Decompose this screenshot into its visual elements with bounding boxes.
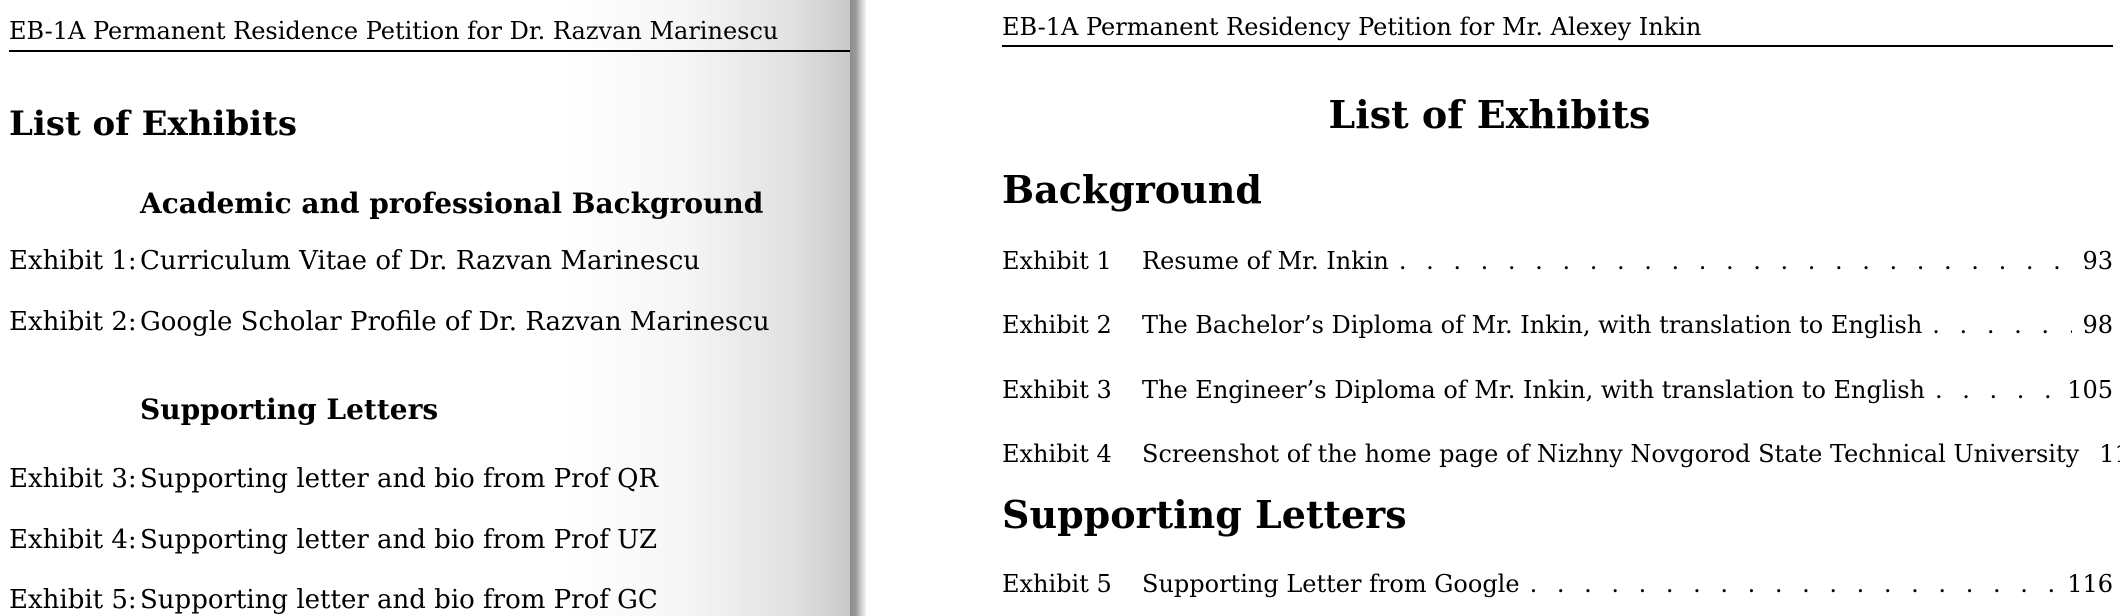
exhibit-label: Exhibit 3: [9,464,137,494]
exhibit-label: Exhibit 2 [1002,311,1112,339]
exhibit-title: The Bachelor’s Diploma of Mr. Inkin, wit… [1142,311,1923,339]
right-running-header: EB-1A Permanent Residency Petition for M… [1002,13,1702,41]
right-section-heading-background: Background [1002,167,1262,212]
toc-entry[interactable]: Exhibit 4 Screenshot of the home page of… [1002,439,2120,469]
toc-entry[interactable]: Exhibit 3 The Engineer’s Diploma of Mr. … [1002,375,2113,405]
exhibit-label: Exhibit 4: [9,525,137,555]
page-number: 93 [2082,247,2113,275]
page-gutter-shadow [850,0,866,616]
dot-leader [1399,246,2073,276]
exhibit-title: Supporting letter and bio from Prof GC [140,585,658,615]
exhibit-label: Exhibit 5 [1002,570,1112,598]
toc-entry[interactable]: Exhibit 2 The Bachelor’s Diploma of Mr. … [1002,310,2113,340]
dot-leader [1935,375,2057,405]
exhibit-title: Supporting letter and bio from Prof UZ [140,525,658,555]
right-page-title: List of Exhibits [1328,92,1651,137]
exhibit-label: Exhibit 2: [9,307,137,337]
page-number: 98 [2082,311,2113,339]
page-number: 114 [2099,440,2120,468]
toc-entry[interactable]: Exhibit 1 Resume of Mr. Inkin 93 [1002,246,2113,276]
left-section-heading-background: Academic and professional Background [140,187,764,220]
exhibit-title: Screenshot of the home page of Nizhny No… [1142,440,2080,468]
left-section-heading-supporting-letters: Supporting Letters [140,393,439,426]
exhibit-title: Supporting letter and bio from Prof QR [140,464,659,494]
page-number: 105 [2067,376,2113,404]
dot-leader [1530,569,2058,599]
left-running-header: EB-1A Permanent Residence Petition for D… [9,17,779,45]
exhibit-label: Exhibit 1 [1002,247,1112,275]
left-header-rule [9,50,850,52]
left-exhibit-row: Exhibit 5: Supporting letter and bio from… [9,584,658,616]
left-page-title: List of Exhibits [9,104,298,144]
exhibit-label: Exhibit 3 [1002,376,1112,404]
left-exhibit-row: Exhibit 3: Supporting letter and bio from… [9,463,658,495]
page-number: 116 [2067,570,2113,598]
exhibit-label: Exhibit 5: [9,585,137,615]
left-exhibit-row: Exhibit 4: Supporting letter and bio from… [9,524,657,556]
exhibit-title: Curriculum Vitae of Dr. Razvan Marinescu [140,246,701,276]
left-exhibit-row: Exhibit 1: Curriculum Vitae of Dr. Razvan… [9,245,700,277]
right-header-rule [1002,45,2113,47]
right-section-heading-supporting-letters: Supporting Letters [1002,492,1407,537]
exhibit-title: Google Scholar Profile of Dr. Razvan Mar… [140,307,770,337]
left-document-page: EB-1A Permanent Residence Petition for D… [0,0,850,616]
exhibit-title: The Engineer’s Diploma of Mr. Inkin, wit… [1142,376,1925,404]
dot-leader [1932,310,2072,340]
exhibit-title: Supporting Letter from Google [1142,570,1520,598]
exhibit-title: Resume of Mr. Inkin [1142,247,1389,275]
right-document-page: EB-1A Permanent Residency Petition for M… [866,0,2120,616]
toc-entry[interactable]: Exhibit 5 Supporting Letter from Google … [1002,569,2113,599]
exhibit-label: Exhibit 1: [9,246,137,276]
left-exhibit-row: Exhibit 2: Google Scholar Profile of Dr. … [9,306,770,338]
exhibit-label: Exhibit 4 [1002,440,1112,468]
